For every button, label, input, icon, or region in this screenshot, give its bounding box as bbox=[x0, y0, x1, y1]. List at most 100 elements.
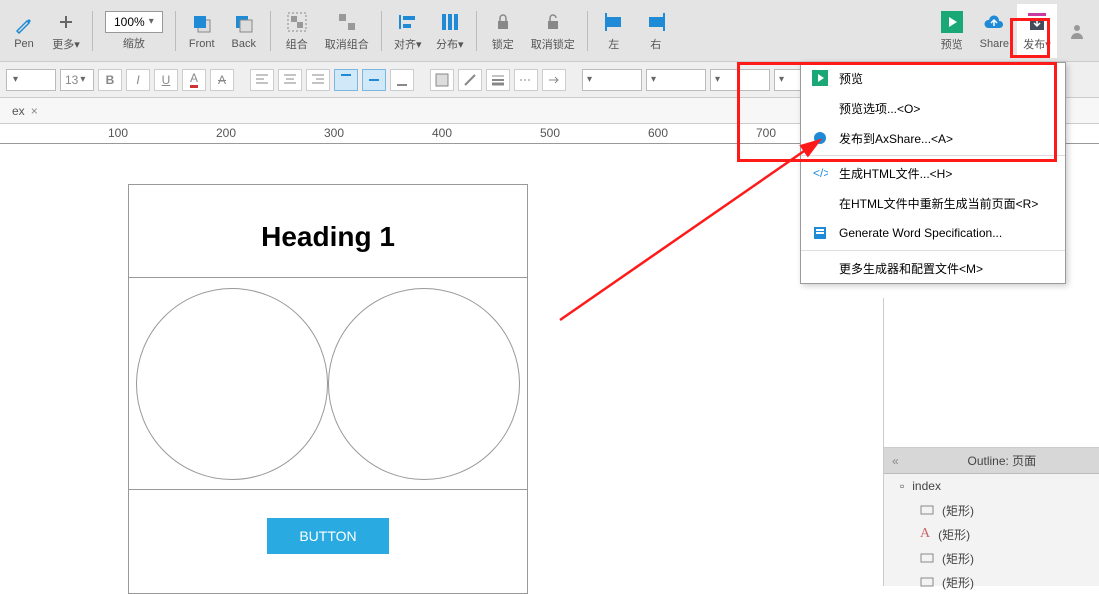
button-widget[interactable]: BUTTON bbox=[267, 518, 388, 554]
align-right-icon bbox=[644, 10, 668, 34]
group-label: 组合 bbox=[286, 36, 308, 52]
back-tool[interactable]: Back bbox=[224, 4, 264, 58]
line-width-button[interactable] bbox=[486, 69, 510, 91]
menu-axshare[interactable]: 发布到AxShare...<A> bbox=[801, 123, 1065, 153]
align-label: 对齐▾ bbox=[394, 36, 422, 52]
menu-more-gen[interactable]: 更多生成器和配置文件<M> bbox=[801, 253, 1065, 283]
back-icon bbox=[232, 12, 256, 36]
bold-button[interactable]: B bbox=[98, 69, 122, 91]
html-icon: </> bbox=[811, 164, 829, 182]
valign-mid-button[interactable] bbox=[362, 69, 386, 91]
preview-label: 预览 bbox=[941, 36, 963, 52]
align-tool[interactable]: 对齐▾ bbox=[388, 4, 428, 58]
zoom-select[interactable]: 100%▾ bbox=[105, 11, 163, 33]
ruler-tick: 600 bbox=[648, 126, 668, 140]
menu-preview-options[interactable]: 预览选项...<O> bbox=[801, 93, 1065, 123]
artboard[interactable]: Heading 1 BUTTON bbox=[128, 184, 528, 594]
y-pos-select[interactable]: ▾ bbox=[646, 69, 706, 91]
more-tool[interactable]: 更多▾ bbox=[46, 4, 86, 58]
pen-icon bbox=[12, 12, 36, 36]
align-right-tool[interactable]: 右 bbox=[636, 4, 676, 58]
menu-preview[interactable]: 预览 bbox=[801, 63, 1065, 93]
menu-gen-html[interactable]: </> 生成HTML文件...<H> bbox=[801, 158, 1065, 188]
circle-widget[interactable] bbox=[328, 288, 520, 480]
inspector-blank bbox=[884, 298, 1099, 448]
outline-header[interactable]: « Outline: 页面 bbox=[884, 448, 1099, 474]
zoom-tool[interactable]: 100%▾ 缩放 bbox=[99, 4, 169, 58]
text-icon: A bbox=[920, 526, 930, 542]
separator bbox=[381, 11, 382, 51]
group-tool[interactable]: 组合 bbox=[277, 4, 317, 58]
font-color-button[interactable]: A bbox=[182, 69, 206, 91]
axshare-icon bbox=[811, 129, 829, 147]
menu-gen-word[interactable]: Generate Word Specification... bbox=[801, 218, 1065, 248]
share-tool[interactable]: Share bbox=[974, 4, 1015, 58]
underline-button[interactable]: U bbox=[154, 69, 178, 91]
right-panel: « Outline: 页面 ▫ index (矩形) A (矩形) (矩形) (… bbox=[883, 298, 1099, 586]
outer-color-button[interactable]: A bbox=[210, 69, 234, 91]
page-tab[interactable]: ex × bbox=[4, 102, 46, 120]
left-label: 左 bbox=[608, 36, 619, 52]
align-left-icon bbox=[602, 10, 626, 34]
outline-item[interactable]: (矩形) bbox=[884, 498, 1099, 522]
outline-title: Outline: 页面 bbox=[905, 452, 1099, 469]
distribute-tool[interactable]: 分布▾ bbox=[430, 4, 470, 58]
publish-tool[interactable]: 发布▾ bbox=[1017, 4, 1057, 58]
align-tl-button[interactable] bbox=[250, 69, 274, 91]
valign-top-button[interactable] bbox=[334, 69, 358, 91]
italic-button[interactable]: I bbox=[126, 69, 150, 91]
rect-icon bbox=[920, 505, 934, 515]
ruler-tick: 300 bbox=[324, 126, 344, 140]
collapse-icon[interactable]: « bbox=[892, 454, 899, 468]
menu-label: 在HTML文件中重新生成当前页面<R> bbox=[839, 195, 1038, 212]
play-icon bbox=[940, 10, 964, 34]
separator bbox=[587, 11, 588, 51]
ungroup-label: 取消组合 bbox=[325, 36, 369, 52]
arrow-button[interactable] bbox=[542, 69, 566, 91]
lock-tool[interactable]: 锁定 bbox=[483, 4, 523, 58]
valign-bot-button[interactable] bbox=[390, 69, 414, 91]
tab-close-icon[interactable]: × bbox=[31, 104, 38, 118]
line-style-button[interactable] bbox=[514, 69, 538, 91]
lock-label: 锁定 bbox=[492, 36, 514, 52]
distribute-icon bbox=[438, 10, 462, 34]
front-icon bbox=[190, 12, 214, 36]
menu-regen-html[interactable]: 在HTML文件中重新生成当前页面<R> bbox=[801, 188, 1065, 218]
outline-item[interactable]: (矩形) bbox=[884, 546, 1099, 570]
line-color-button[interactable] bbox=[458, 69, 482, 91]
pen-tool[interactable]: Pen bbox=[4, 4, 44, 58]
align-tr-button[interactable] bbox=[306, 69, 330, 91]
align-tc-button[interactable] bbox=[278, 69, 302, 91]
menu-separator bbox=[801, 155, 1065, 156]
preview-tool[interactable]: 预览 bbox=[932, 4, 972, 58]
align-left-tool[interactable]: 左 bbox=[594, 4, 634, 58]
rect-icon bbox=[920, 553, 934, 563]
font-family-select[interactable]: ▾ bbox=[6, 69, 56, 91]
unlock-label: 取消锁定 bbox=[531, 36, 575, 52]
ungroup-tool[interactable]: 取消组合 bbox=[319, 4, 375, 58]
menu-label: 预览 bbox=[839, 70, 863, 87]
menu-label: 预览选项...<O> bbox=[839, 100, 920, 117]
outline-label: index bbox=[912, 479, 941, 493]
x-pos-select[interactable]: ▾ bbox=[582, 69, 642, 91]
outline-item[interactable]: A (矩形) bbox=[884, 522, 1099, 546]
font-size-select[interactable]: 13▾ bbox=[60, 69, 94, 91]
front-tool[interactable]: Front bbox=[182, 4, 222, 58]
fill-button[interactable] bbox=[430, 69, 454, 91]
ruler-tick: 400 bbox=[432, 126, 452, 140]
circle-widget[interactable] bbox=[136, 288, 328, 480]
outline-label: (矩形) bbox=[942, 502, 974, 519]
outline-root[interactable]: ▫ index bbox=[884, 474, 1099, 498]
unlock-tool[interactable]: 取消锁定 bbox=[525, 4, 581, 58]
separator bbox=[175, 11, 176, 51]
user-tool[interactable] bbox=[1059, 4, 1095, 58]
w-sel[interactable]: ▾ bbox=[710, 69, 770, 91]
outline-item[interactable]: (矩形) bbox=[884, 570, 1099, 594]
svg-text:</>: </> bbox=[813, 166, 828, 180]
heading-widget[interactable]: Heading 1 bbox=[129, 185, 527, 278]
pen-label: Pen bbox=[14, 38, 34, 50]
distribute-label: 分布▾ bbox=[436, 36, 464, 52]
circles-row bbox=[129, 278, 527, 490]
separator bbox=[270, 11, 271, 51]
page-icon: ▫ bbox=[900, 479, 904, 493]
